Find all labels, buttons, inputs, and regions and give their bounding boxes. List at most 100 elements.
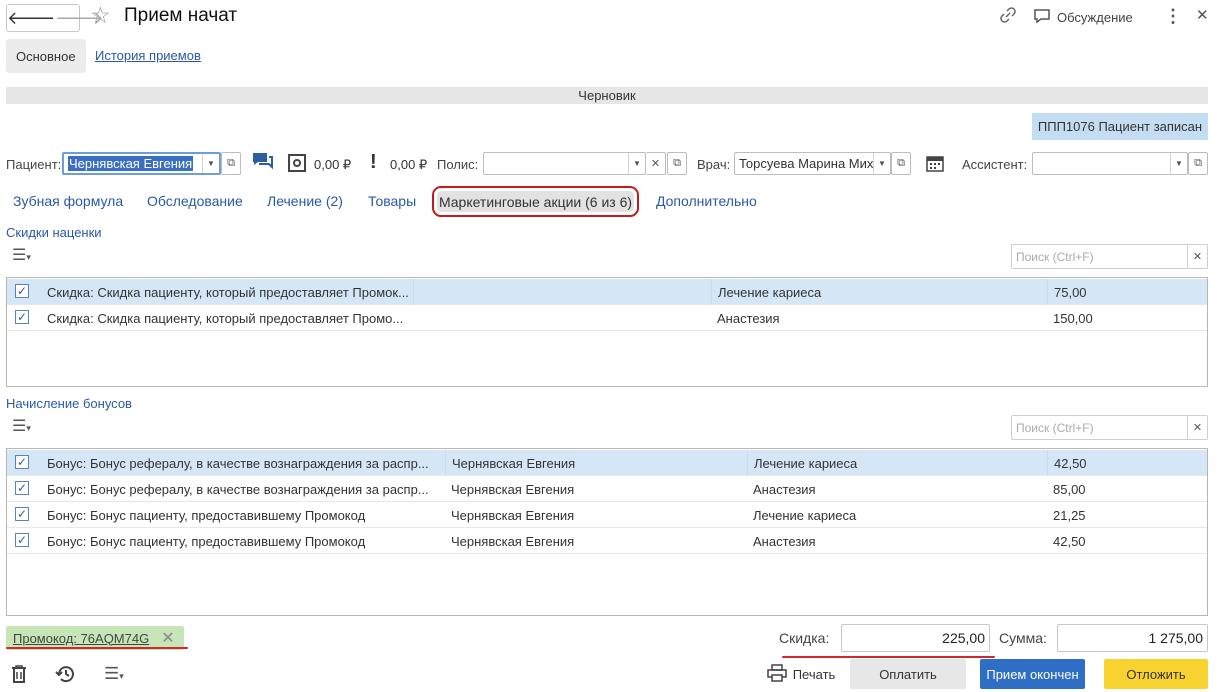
chat-icon[interactable] [251,151,275,176]
promo-remove-icon[interactable]: ✕ [161,628,174,648]
history-icon[interactable] [54,664,76,689]
discounts-search-input[interactable]: Поиск (Ctrl+F) [1012,245,1187,268]
discounts-search-clear-icon[interactable]: ✕ [1187,245,1207,268]
doctor-open-button[interactable]: ⧉ [891,152,911,175]
policy-open-button[interactable]: ⧉ [667,152,687,175]
doctor-dropdown-icon[interactable]: ▼ [873,153,890,174]
discount-service: Анастезия [717,310,780,326]
assistant-label: Ассистент: [962,157,1028,172]
table-row[interactable]: ✓ Бонус: Бонус пациенту, предоставившему… [7,528,1207,554]
page-title: Прием начат [124,5,238,26]
table-row[interactable]: ✓ Бонус: Бонус рефералу, в качестве возн… [7,450,1207,476]
tab-examination[interactable]: Обследование [147,193,243,209]
balance2-value: 0,00 ₽ [390,157,428,172]
bonus-name: Бонус: Бонус пациенту, предоставившему П… [47,507,366,523]
discount-label: Скидка: [779,630,830,646]
bonus-amount: 21,25 [1053,507,1086,523]
discount-name: Скидка: Скидка пациенту, который предост… [47,284,409,300]
favorite-star-icon[interactable]: ☆ [90,2,111,29]
bonus-amount: 85,00 [1053,481,1086,497]
discount-service: Лечение кариеса [711,279,1047,305]
row-checkbox[interactable]: ✓ [15,481,29,495]
calendar-icon[interactable] [925,153,945,176]
comment-icon [1033,8,1051,27]
doctor-field[interactable]: Торсуева Марина Мих ▼ [734,152,891,175]
row-checkbox[interactable]: ✓ [15,455,29,469]
delete-icon[interactable] [10,664,28,689]
table-row[interactable]: ✓ Бонус: Бонус рефералу, в качестве возн… [7,476,1207,502]
discounts-search[interactable]: Поиск (Ctrl+F) ✕ [1011,244,1208,269]
table-row[interactable]: ✓ Бонус: Бонус пациенту, предоставившему… [7,502,1207,528]
patient-open-button[interactable]: ⧉ [221,152,241,175]
nav-buttons: 🡐 🡒 [6,4,104,32]
bonus-patient: Чернявская Евгения [451,533,575,549]
bonus-patient: Чернявская Евгения [445,450,747,476]
tab-additional[interactable]: Дополнительно [656,193,757,209]
link-icon[interactable] [999,6,1017,29]
printer-icon [766,663,787,685]
tab-treatment[interactable]: Лечение (2) [267,193,343,209]
tab-dental-formula[interactable]: Зубная формула [13,193,123,209]
row-checkbox[interactable]: ✓ [15,533,29,547]
patient-field[interactable]: Чернявская Евгения ▼ [62,152,221,175]
bonus-service: Лечение кариеса [753,507,857,523]
alert-icon: ! [370,151,377,173]
bonuses-menu-icon[interactable]: ☰▾ [12,416,31,436]
safe-icon[interactable] [287,153,307,176]
close-icon[interactable]: ✕ [1196,6,1209,24]
discount-amount: 150,00 [1053,310,1093,326]
tab-history[interactable]: История приемов [95,48,201,63]
bonuses-search-input[interactable]: Поиск (Ctrl+F) [1012,416,1187,439]
policy-dropdown-icon[interactable]: ▼ [628,153,645,174]
discount-total-field: 225,00 [841,624,990,652]
table-row[interactable]: ✓ Скидка: Скидка пациенту, который предо… [7,279,1207,305]
balance1-value: 0,00 ₽ [314,157,352,172]
sum-total-field: 1 275,00 [1057,624,1208,652]
pay-button[interactable]: Оплатить [850,659,966,689]
assistant-open-button[interactable]: ⧉ [1188,152,1208,175]
patient-dropdown-icon[interactable]: ▼ [202,154,219,173]
bottom-menu-icon[interactable]: ☰▾ [104,664,124,684]
discussion-label: Обсуждение [1057,10,1133,25]
discount-highlight-underline [782,656,995,658]
postpone-button[interactable]: Отложить [1104,659,1208,689]
row-checkbox[interactable]: ✓ [15,507,29,521]
bonus-name: Бонус: Бонус рефералу, в качестве вознаг… [47,455,429,471]
policy-value [484,153,628,174]
promo-highlight-underline [6,647,188,649]
bonus-name: Бонус: Бонус рефералу, в качестве вознаг… [47,481,429,497]
finish-appointment-button[interactable]: Прием окончен [980,659,1085,689]
discount-amount: 75,00 [1047,279,1207,305]
tab-marketing[interactable]: Маркетинговые акции (6 из 6) [437,191,634,212]
policy-field[interactable]: ▼ [483,152,646,175]
discussion-button[interactable]: Обсуждение [1033,8,1133,27]
print-button[interactable]: Печать [760,659,842,689]
tab-marketing-highlight: Маркетинговые акции (6 из 6) [432,186,639,217]
policy-clear-button[interactable]: ✕ [646,152,666,175]
discounts-menu-icon[interactable]: ☰▾ [12,245,31,265]
assistant-dropdown-icon[interactable]: ▼ [1170,153,1187,174]
discounts-table: ✓ Скидка: Скидка пациенту, который предо… [6,277,1208,387]
bonus-patient: Чернявская Евгения [451,507,575,523]
bonuses-search-clear-icon[interactable]: ✕ [1187,416,1207,439]
back-button[interactable]: 🡐 [7,5,55,31]
row-checkbox[interactable]: ✓ [15,284,29,298]
row-checkbox[interactable]: ✓ [15,310,29,324]
bonus-patient: Чернявская Евгения [451,481,575,497]
bonus-amount: 42,50 [1047,450,1207,476]
appointment-badge[interactable]: ППП1076 Пациент записан [1032,113,1208,140]
policy-label: Полис: [437,157,479,172]
more-menu-icon[interactable]: ⋮ [1164,6,1182,27]
assistant-field[interactable]: ▼ [1032,152,1188,175]
discount-empty-cell [413,279,711,305]
print-label: Печать [792,666,836,682]
tab-goods[interactable]: Товары [368,193,416,209]
status-bar: Черновик [6,87,1208,104]
doctor-value: Торсуева Марина Мих [739,156,873,171]
bonus-service: Анастезия [753,481,816,497]
patient-label: Пациент: [6,157,62,172]
tab-main[interactable]: Основное [6,39,86,73]
bonuses-title: Начисление бонусов [6,396,132,411]
bonuses-search[interactable]: Поиск (Ctrl+F) ✕ [1011,415,1208,440]
table-row[interactable]: ✓ Скидка: Скидка пациенту, который предо… [7,305,1207,331]
